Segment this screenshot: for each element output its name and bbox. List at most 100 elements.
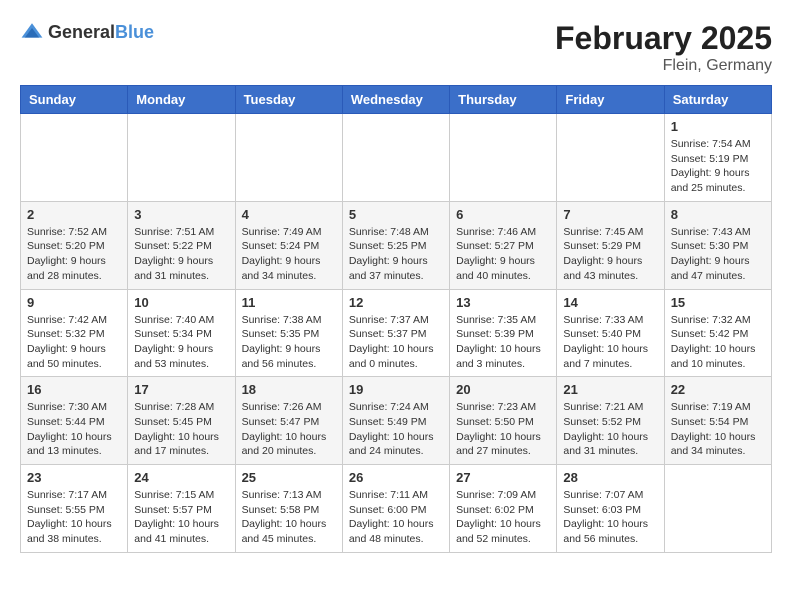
calendar-week-row: 16 Sunrise: 7:30 AM Sunset: 5:44 PM Dayli… [21,377,772,465]
calendar-cell: 16 Sunrise: 7:30 AM Sunset: 5:44 PM Dayli… [21,377,128,465]
calendar-cell [664,465,771,553]
day-number: 27 [456,470,550,485]
calendar-week-row: 1 Sunrise: 7:54 AM Sunset: 5:19 PM Daylig… [21,114,772,202]
calendar-cell: 11Sunrise: 7:38 AM Sunset: 5:35 PM Dayli… [235,289,342,377]
calendar-cell [21,114,128,202]
day-info: Sunrise: 7:09 AM Sunset: 6:02 PM Dayligh… [456,488,550,547]
day-number: 4 [242,207,336,222]
day-info: Sunrise: 7:35 AM Sunset: 5:39 PM Dayligh… [456,313,550,372]
page-header: GeneralBlue February 2025 Flein, Germany [20,20,772,75]
day-info: Sunrise: 7:17 AM Sunset: 5:55 PM Dayligh… [27,488,121,547]
calendar-table: SundayMondayTuesdayWednesdayThursdayFrid… [20,85,772,553]
calendar-cell: 20Sunrise: 7:23 AM Sunset: 5:50 PM Dayli… [450,377,557,465]
day-number: 21 [563,382,657,397]
calendar-cell: 4 Sunrise: 7:49 AM Sunset: 5:24 PM Daylig… [235,201,342,289]
day-number: 7 [563,207,657,222]
day-info: Sunrise: 7:51 AM Sunset: 5:22 PM Dayligh… [134,225,228,284]
calendar-cell: 24 Sunrise: 7:15 AM Sunset: 5:57 PM Dayli… [128,465,235,553]
calendar-cell: 1 Sunrise: 7:54 AM Sunset: 5:19 PM Daylig… [664,114,771,202]
day-number: 12 [349,295,443,310]
day-info: Sunrise: 7:28 AM Sunset: 5:45 PM Dayligh… [134,400,228,459]
day-info: Sunrise: 7:32 AM Sunset: 5:42 PM Dayligh… [671,313,765,372]
day-info: Sunrise: 7:21 AM Sunset: 5:52 PM Dayligh… [563,400,657,459]
day-info: Sunrise: 7:13 AM Sunset: 5:58 PM Dayligh… [242,488,336,547]
day-info: Sunrise: 7:54 AM Sunset: 5:19 PM Dayligh… [671,137,765,196]
day-number: 6 [456,207,550,222]
day-number: 23 [27,470,121,485]
calendar-cell [557,114,664,202]
calendar-cell: 14Sunrise: 7:33 AM Sunset: 5:40 PM Dayli… [557,289,664,377]
logo-text-general: General [48,22,115,42]
calendar-cell: 21 Sunrise: 7:21 AM Sunset: 5:52 PM Dayli… [557,377,664,465]
day-number: 26 [349,470,443,485]
calendar-day-header: Tuesday [235,86,342,114]
day-number: 13 [456,295,550,310]
calendar-cell [128,114,235,202]
calendar-cell: 15 Sunrise: 7:32 AM Sunset: 5:42 PM Dayli… [664,289,771,377]
day-info: Sunrise: 7:37 AM Sunset: 5:37 PM Dayligh… [349,313,443,372]
calendar-week-row: 23 Sunrise: 7:17 AM Sunset: 5:55 PM Dayli… [21,465,772,553]
day-info: Sunrise: 7:30 AM Sunset: 5:44 PM Dayligh… [27,400,121,459]
logo-text-blue: Blue [115,22,154,42]
day-info: Sunrise: 7:23 AM Sunset: 5:50 PM Dayligh… [456,400,550,459]
calendar-cell: 2 Sunrise: 7:52 AM Sunset: 5:20 PM Daylig… [21,201,128,289]
calendar-cell: 25 Sunrise: 7:13 AM Sunset: 5:58 PM Dayli… [235,465,342,553]
calendar-cell: 27 Sunrise: 7:09 AM Sunset: 6:02 PM Dayli… [450,465,557,553]
calendar-day-header: Monday [128,86,235,114]
calendar-cell: 23 Sunrise: 7:17 AM Sunset: 5:55 PM Dayli… [21,465,128,553]
day-number: 15 [671,295,765,310]
day-number: 19 [349,382,443,397]
calendar-cell: 19 Sunrise: 7:24 AM Sunset: 5:49 PM Dayli… [342,377,449,465]
day-number: 24 [134,470,228,485]
month-year-title: February 2025 [555,20,772,57]
day-info: Sunrise: 7:24 AM Sunset: 5:49 PM Dayligh… [349,400,443,459]
calendar-day-header: Saturday [664,86,771,114]
day-number: 18 [242,382,336,397]
day-number: 9 [27,295,121,310]
calendar-cell: 13 Sunrise: 7:35 AM Sunset: 5:39 PM Dayli… [450,289,557,377]
day-number: 5 [349,207,443,222]
day-number: 2 [27,207,121,222]
calendar-cell: 3 Sunrise: 7:51 AM Sunset: 5:22 PM Daylig… [128,201,235,289]
day-number: 1 [671,119,765,134]
calendar-cell: 8Sunrise: 7:43 AM Sunset: 5:30 PM Daylig… [664,201,771,289]
day-number: 8 [671,207,765,222]
logo: GeneralBlue [20,20,154,44]
day-info: Sunrise: 7:46 AM Sunset: 5:27 PM Dayligh… [456,225,550,284]
day-number: 22 [671,382,765,397]
day-info: Sunrise: 7:19 AM Sunset: 5:54 PM Dayligh… [671,400,765,459]
day-number: 3 [134,207,228,222]
day-info: Sunrise: 7:15 AM Sunset: 5:57 PM Dayligh… [134,488,228,547]
calendar-week-row: 9 Sunrise: 7:42 AM Sunset: 5:32 PM Daylig… [21,289,772,377]
calendar-cell: 26Sunrise: 7:11 AM Sunset: 6:00 PM Dayli… [342,465,449,553]
day-info: Sunrise: 7:48 AM Sunset: 5:25 PM Dayligh… [349,225,443,284]
calendar-week-row: 2 Sunrise: 7:52 AM Sunset: 5:20 PM Daylig… [21,201,772,289]
calendar-cell: 6 Sunrise: 7:46 AM Sunset: 5:27 PM Daylig… [450,201,557,289]
day-info: Sunrise: 7:49 AM Sunset: 5:24 PM Dayligh… [242,225,336,284]
calendar-day-header: Wednesday [342,86,449,114]
calendar-cell [450,114,557,202]
day-info: Sunrise: 7:42 AM Sunset: 5:32 PM Dayligh… [27,313,121,372]
calendar-cell: 28Sunrise: 7:07 AM Sunset: 6:03 PM Dayli… [557,465,664,553]
calendar-cell: 22 Sunrise: 7:19 AM Sunset: 5:54 PM Dayli… [664,377,771,465]
day-info: Sunrise: 7:45 AM Sunset: 5:29 PM Dayligh… [563,225,657,284]
calendar-cell [342,114,449,202]
day-number: 25 [242,470,336,485]
calendar-cell: 9 Sunrise: 7:42 AM Sunset: 5:32 PM Daylig… [21,289,128,377]
day-info: Sunrise: 7:26 AM Sunset: 5:47 PM Dayligh… [242,400,336,459]
calendar-cell [235,114,342,202]
calendar-day-header: Friday [557,86,664,114]
day-number: 10 [134,295,228,310]
calendar-header-row: SundayMondayTuesdayWednesdayThursdayFrid… [21,86,772,114]
calendar-cell: 10 Sunrise: 7:40 AM Sunset: 5:34 PM Dayli… [128,289,235,377]
day-info: Sunrise: 7:40 AM Sunset: 5:34 PM Dayligh… [134,313,228,372]
calendar-day-header: Sunday [21,86,128,114]
day-info: Sunrise: 7:52 AM Sunset: 5:20 PM Dayligh… [27,225,121,284]
day-info: Sunrise: 7:07 AM Sunset: 6:03 PM Dayligh… [563,488,657,547]
calendar-cell: 18 Sunrise: 7:26 AM Sunset: 5:47 PM Dayli… [235,377,342,465]
day-info: Sunrise: 7:33 AM Sunset: 5:40 PM Dayligh… [563,313,657,372]
calendar-day-header: Thursday [450,86,557,114]
day-number: 16 [27,382,121,397]
title-block: February 2025 Flein, Germany [555,20,772,75]
location-subtitle: Flein, Germany [555,57,772,75]
